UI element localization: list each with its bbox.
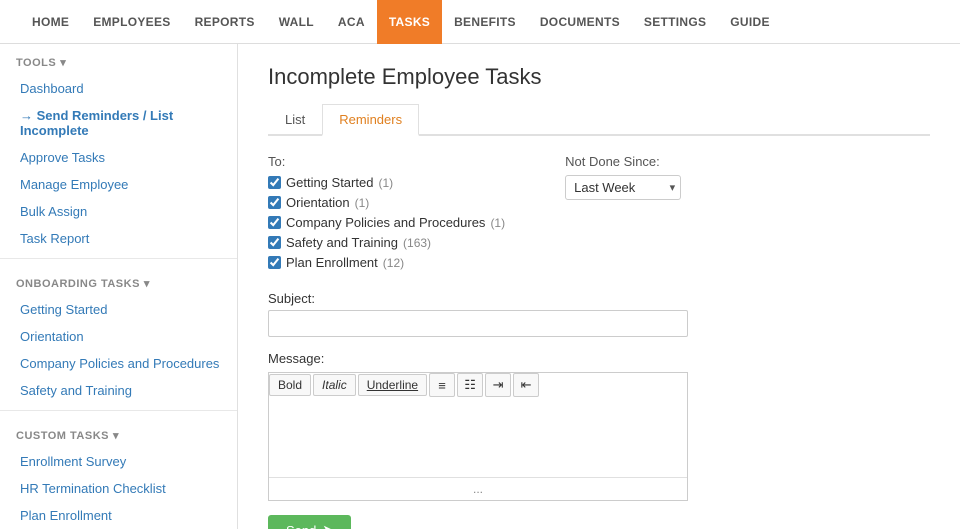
nav-settings[interactable]: SETTINGS	[632, 0, 718, 44]
sidebar-item-safety-training[interactable]: Safety and Training	[0, 377, 237, 404]
editor-toolbar: Bold Italic Underline ≡ ☷ ⇥ ⇤	[269, 373, 687, 397]
sidebar-item-bulk-assign[interactable]: Bulk Assign	[0, 198, 237, 225]
underline-button[interactable]: Underline	[358, 374, 427, 396]
checkbox-company-policies-input[interactable]	[268, 216, 281, 229]
not-done-select[interactable]: Last Week Last Month Last 3 Months Last …	[565, 175, 681, 200]
list-ordered-icon[interactable]: ☷	[457, 373, 483, 397]
checkbox-plan-enrollment-count: (12)	[383, 256, 404, 270]
checkbox-getting-started-input[interactable]	[268, 176, 281, 189]
checkbox-plan-enrollment-input[interactable]	[268, 256, 281, 269]
checkbox-plan-enrollment[interactable]: Plan Enrollment (12)	[268, 255, 505, 270]
nav-aca[interactable]: ACA	[326, 0, 377, 44]
not-done-section: Not Done Since: Last Week Last Month Las…	[565, 154, 681, 275]
checkbox-safety-training[interactable]: Safety and Training (163)	[268, 235, 505, 250]
sidebar-item-manage-employee[interactable]: Manage Employee	[0, 171, 237, 198]
send-icon: ➤	[322, 522, 333, 529]
sidebar-item-send-reminders[interactable]: Send Reminders / List Incomplete	[0, 102, 237, 144]
nav-home[interactable]: HOME	[20, 0, 81, 44]
checkbox-company-policies-label: Company Policies and Procedures	[286, 215, 485, 230]
sidebar-item-orientation[interactable]: Orientation	[0, 323, 237, 350]
message-textarea[interactable]	[269, 397, 687, 477]
tools-chevron-icon: ▾	[60, 56, 66, 69]
nav-documents[interactable]: DOCUMENTS	[528, 0, 632, 44]
tabs: List Reminders	[268, 104, 930, 136]
nav-reports[interactable]: REPORTS	[183, 0, 267, 44]
checkbox-orientation[interactable]: Orientation (1)	[268, 195, 505, 210]
tab-list[interactable]: List	[268, 104, 322, 136]
checkbox-getting-started-count: (1)	[378, 176, 393, 190]
sidebar-item-plan-enrollment[interactable]: Plan Enrollment	[0, 502, 237, 529]
subject-section: Subject:	[268, 291, 930, 337]
sidebar-item-approve-tasks[interactable]: Approve Tasks	[0, 144, 237, 171]
message-label: Message:	[268, 351, 930, 366]
sidebar-item-getting-started[interactable]: Getting Started	[0, 296, 237, 323]
nav-employees[interactable]: EMPLOYEES	[81, 0, 182, 44]
not-done-select-wrapper: Last Week Last Month Last 3 Months Last …	[565, 175, 681, 200]
subject-label: Subject:	[268, 291, 930, 306]
checkbox-orientation-count: (1)	[355, 196, 370, 210]
checkbox-safety-training-label: Safety and Training	[286, 235, 398, 250]
nav-wall[interactable]: WALL	[267, 0, 326, 44]
checkbox-company-policies-count: (1)	[490, 216, 505, 230]
tab-reminders[interactable]: Reminders	[322, 104, 419, 136]
message-section: Message: Bold Italic Underline ≡ ☷ ⇥ ⇤ .…	[268, 351, 930, 501]
sidebar-item-enrollment-survey[interactable]: Enrollment Survey	[0, 448, 237, 475]
tools-section-header: TOOLS ▾	[0, 44, 237, 75]
sidebar-item-dashboard[interactable]: Dashboard	[0, 75, 237, 102]
sidebar-item-company-policies[interactable]: Company Policies and Procedures	[0, 350, 237, 377]
message-editor: Bold Italic Underline ≡ ☷ ⇥ ⇤ ...	[268, 372, 688, 501]
to-label: To:	[268, 154, 505, 169]
send-button[interactable]: Send ➤	[268, 515, 351, 529]
custom-section-header: CUSTOM TASKS ▾	[0, 417, 237, 448]
checkbox-company-policies[interactable]: Company Policies and Procedures (1)	[268, 215, 505, 230]
onboarding-section-header: ONBOARDING TASKS ▾	[0, 265, 237, 296]
nav-guide[interactable]: GUIDE	[718, 0, 782, 44]
top-nav: HOME EMPLOYEES REPORTS WALL ACA TASKS BE…	[0, 0, 960, 44]
sidebar-item-hr-termination-checklist[interactable]: HR Termination Checklist	[0, 475, 237, 502]
main-content: Incomplete Employee Tasks List Reminders…	[238, 44, 960, 529]
italic-button[interactable]: Italic	[313, 374, 356, 396]
sidebar-item-task-report[interactable]: Task Report	[0, 225, 237, 252]
checkbox-safety-training-input[interactable]	[268, 236, 281, 249]
checkbox-plan-enrollment-label: Plan Enrollment	[286, 255, 378, 270]
nav-benefits[interactable]: BENEFITS	[442, 0, 528, 44]
nav-tasks[interactable]: TASKS	[377, 0, 442, 44]
checkbox-getting-started[interactable]: Getting Started (1)	[268, 175, 505, 190]
onboarding-chevron-icon: ▾	[144, 277, 150, 290]
checkbox-getting-started-label: Getting Started	[286, 175, 373, 190]
page-title: Incomplete Employee Tasks	[268, 64, 930, 90]
checkbox-orientation-label: Orientation	[286, 195, 350, 210]
custom-chevron-icon: ▾	[113, 429, 119, 442]
to-section: To: Getting Started (1) Orientation (1) …	[268, 154, 505, 275]
checkbox-safety-training-count: (163)	[403, 236, 431, 250]
indent-icon[interactable]: ⇥	[485, 373, 511, 397]
sidebar: TOOLS ▾ Dashboard Send Reminders / List …	[0, 44, 238, 529]
outdent-icon[interactable]: ⇤	[513, 373, 539, 397]
subject-input[interactable]	[268, 310, 688, 337]
send-label: Send	[286, 523, 316, 529]
list-unordered-icon[interactable]: ≡	[429, 373, 455, 397]
not-done-label: Not Done Since:	[565, 154, 681, 169]
editor-footer: ...	[269, 477, 687, 500]
checkbox-orientation-input[interactable]	[268, 196, 281, 209]
bold-button[interactable]: Bold	[269, 374, 311, 396]
